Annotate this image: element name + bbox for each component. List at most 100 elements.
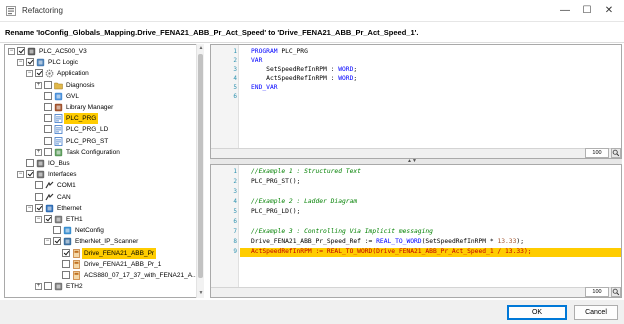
keyword: PROGRAM [251, 48, 278, 55]
cancel-button[interactable]: Cancel [574, 305, 618, 320]
zoom-icon[interactable] [611, 287, 621, 297]
expand-icon[interactable]: + [35, 81, 42, 89]
can-port-icon [45, 193, 54, 200]
tree-item[interactable]: COM1 [5, 180, 197, 191]
code-line: PLC_PRG_LD(); [251, 208, 301, 215]
tree-item-label: PLC_PRG_LD [66, 126, 109, 134]
tree-item-checkbox[interactable] [44, 80, 52, 89]
code-comment: //Example 3 : Controlling Via Implicit m… [251, 228, 433, 235]
implementation-horizontal-scrollbar[interactable] [211, 287, 621, 297]
collapse-icon[interactable]: − [8, 48, 15, 55]
tree-item-checkbox[interactable] [26, 159, 34, 167]
collapse-icon[interactable]: − [17, 59, 24, 67]
tree-item[interactable]: − Ethernet [5, 203, 197, 214]
minimize-button[interactable]: — [554, 3, 576, 19]
tree-item[interactable]: + Diagnosis [5, 80, 197, 91]
tree-scroll-thumb[interactable] [198, 54, 203, 278]
tree-item-checkbox[interactable] [44, 125, 52, 134]
tree-item[interactable]: Drive_FENA21_ABB_Pr [5, 247, 197, 259]
tree-item-checkbox[interactable] [35, 181, 43, 190]
zoom-level[interactable]: 100 [585, 287, 609, 297]
numeric-literal: 13.33 [497, 238, 517, 245]
tree-item-checkbox[interactable] [26, 58, 34, 67]
tree-item[interactable]: − EtherNet_IP_Scanner [5, 236, 197, 247]
collapse-icon[interactable]: − [44, 238, 51, 246]
declaration-horizontal-scrollbar[interactable] [211, 148, 621, 158]
tree-vertical-scrollbar[interactable]: ▲ ▼ [196, 44, 204, 298]
tree-item[interactable]: PLC_PRG_ST [5, 136, 197, 147]
tree-item-checkbox[interactable] [53, 237, 61, 246]
tree-item[interactable]: Drive_FENA21_ABB_Pr_1 [5, 259, 197, 270]
tree-item-checkbox[interactable] [17, 47, 25, 55]
tree-item-checkbox[interactable] [53, 226, 61, 235]
tree-item-checkbox[interactable] [44, 147, 52, 156]
tree-item-label: PLC Logic [48, 59, 78, 67]
tree-item-checkbox[interactable] [35, 69, 43, 78]
io-bus-icon [36, 159, 45, 168]
code-text: (SetSpeedRefInRPM * [421, 238, 498, 245]
line-number: 5 [233, 84, 237, 91]
tree-item[interactable]: IO_Bus [5, 158, 197, 169]
scroll-down-icon[interactable]: ▼ [197, 289, 205, 298]
tree-item-label: EtherNet_IP_Scanner [75, 238, 139, 246]
tree-item[interactable]: GVL [5, 91, 197, 102]
tree-item[interactable]: NetConfig [5, 225, 197, 236]
type-keyword: WORD [338, 75, 354, 82]
tree-item[interactable]: − Application [5, 68, 197, 79]
tree-item-checkbox[interactable] [35, 203, 43, 212]
ok-button[interactable]: OK [507, 305, 567, 320]
tree-item-checkbox[interactable] [44, 282, 52, 291]
tree-item[interactable]: CAN [5, 192, 197, 203]
tree-item-checkbox[interactable] [44, 114, 52, 123]
tree-item-label: PLC_AC500_V3 [39, 48, 87, 55]
collapse-icon[interactable]: − [26, 204, 33, 212]
task-configuration-icon [54, 148, 63, 156]
tree-item-label: GVL [66, 92, 80, 100]
expand-icon[interactable]: + [35, 283, 42, 291]
tree-item[interactable]: − PLC Logic [5, 57, 197, 68]
drive-icon [73, 248, 80, 258]
tree-item-checkbox[interactable] [62, 259, 70, 268]
tree-item-checkbox[interactable] [44, 103, 52, 111]
tree-item[interactable]: + ETH2 [5, 281, 197, 292]
tree-item[interactable]: − PLC_AC500_V3 [5, 46, 197, 57]
scroll-up-icon[interactable]: ▲ [197, 44, 205, 53]
tree-item[interactable]: − Interfaces [5, 169, 197, 180]
eth-port-icon [54, 215, 63, 224]
refactoring-app-icon [6, 6, 16, 16]
tree-item-checkbox[interactable] [62, 248, 70, 257]
collapse-icon[interactable]: − [26, 70, 33, 78]
tree-item-checkbox[interactable] [44, 91, 52, 100]
collapse-icon[interactable]: − [17, 171, 24, 179]
tree-item-label: COM1 [57, 182, 76, 190]
ethernet-ip-scanner-icon [63, 238, 72, 246]
maximize-button[interactable]: ☐ [576, 3, 598, 19]
tree-item[interactable]: PLC_PRG [5, 113, 197, 125]
declaration-editor[interactable]: 1 2 3 4 5 6 PROGRAM PLC_PRG VAR SetSpeed… [210, 44, 622, 159]
zoom-level[interactable]: 100 [585, 148, 609, 158]
tree-item-label: NetConfig [75, 227, 104, 235]
highlighted-code-line: ActSpeedRefInRPM := REAL_TO_WORD(Drive_F… [251, 248, 532, 255]
rename-description: Rename 'IoConfig_Globals_Mapping.Drive_F… [5, 28, 419, 37]
tree-item-checkbox[interactable] [62, 271, 70, 279]
tree-item[interactable]: PLC_PRG_LD [5, 124, 197, 135]
tree-item[interactable]: ACS880_07_17_37_with_FENA21_A... [5, 270, 197, 281]
line-number: 6 [233, 93, 237, 100]
line-number: 1 [233, 168, 237, 175]
tree-item[interactable]: − ETH1 [5, 214, 197, 225]
implementation-editor[interactable]: 1 2 3 4 5 6 7 8 9 //Example 1 : Structur… [210, 164, 622, 298]
tree-item[interactable]: Library Manager [5, 102, 197, 113]
netconfig-icon [63, 226, 72, 235]
collapse-icon[interactable]: − [35, 216, 42, 223]
zoom-icon[interactable] [611, 148, 621, 158]
tree-item[interactable]: + Task Configuration [5, 147, 197, 158]
code-text: ; [353, 66, 358, 73]
tree-item-checkbox[interactable] [26, 170, 34, 179]
tree-item-checkbox[interactable] [44, 136, 52, 145]
tree-item-checkbox[interactable] [35, 192, 43, 201]
close-button[interactable]: ✕ [598, 3, 620, 19]
project-tree[interactable]: − PLC_AC500_V3 − PLC Logic − Application + Diag… [4, 44, 204, 298]
expand-icon[interactable]: + [35, 148, 42, 156]
tree-item-checkbox[interactable] [44, 215, 52, 223]
tree-item-label: Interfaces [48, 171, 77, 179]
